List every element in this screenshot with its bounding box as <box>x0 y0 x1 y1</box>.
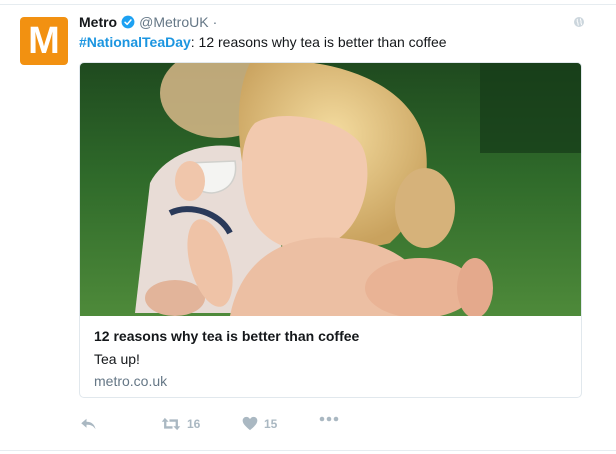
header-separator: · <box>212 14 218 30</box>
more-icon <box>319 416 339 422</box>
tweet-text: #NationalTeaDay: 12 reasons why tea is b… <box>79 34 447 50</box>
retweet-icon <box>161 417 181 431</box>
retweet-button[interactable]: 16 <box>161 416 200 432</box>
like-button[interactable]: 15 <box>242 416 277 431</box>
card-image[interactable] <box>80 63 582 316</box>
author-name[interactable]: Metro <box>79 14 117 30</box>
card-title[interactable]: 12 reasons why tea is better than coffee <box>94 328 359 344</box>
more-options-button[interactable] <box>319 416 339 422</box>
top-divider <box>0 4 616 5</box>
bottom-divider <box>0 450 616 451</box>
reply-button[interactable] <box>79 416 97 432</box>
avatar-logo: M <box>28 20 60 62</box>
author-handle[interactable]: @MetroUK <box>139 14 208 30</box>
avatar[interactable]: M <box>20 17 68 65</box>
link-card[interactable]: 12 reasons why tea is better than coffee… <box>79 62 582 398</box>
card-domain[interactable]: metro.co.uk <box>94 373 167 389</box>
verified-badge-icon <box>121 15 135 29</box>
heart-icon <box>242 416 258 431</box>
hashtag-link[interactable]: #NationalTeaDay <box>79 34 191 50</box>
card-description: Tea up! <box>94 351 140 367</box>
retweet-count: 16 <box>187 417 201 431</box>
globe-icon <box>574 17 584 27</box>
tweet-header: Metro @MetroUK · <box>79 14 217 30</box>
reply-icon <box>81 418 96 430</box>
like-count: 15 <box>264 416 278 431</box>
tweet-body: : 12 reasons why tea is better than coff… <box>190 34 447 50</box>
